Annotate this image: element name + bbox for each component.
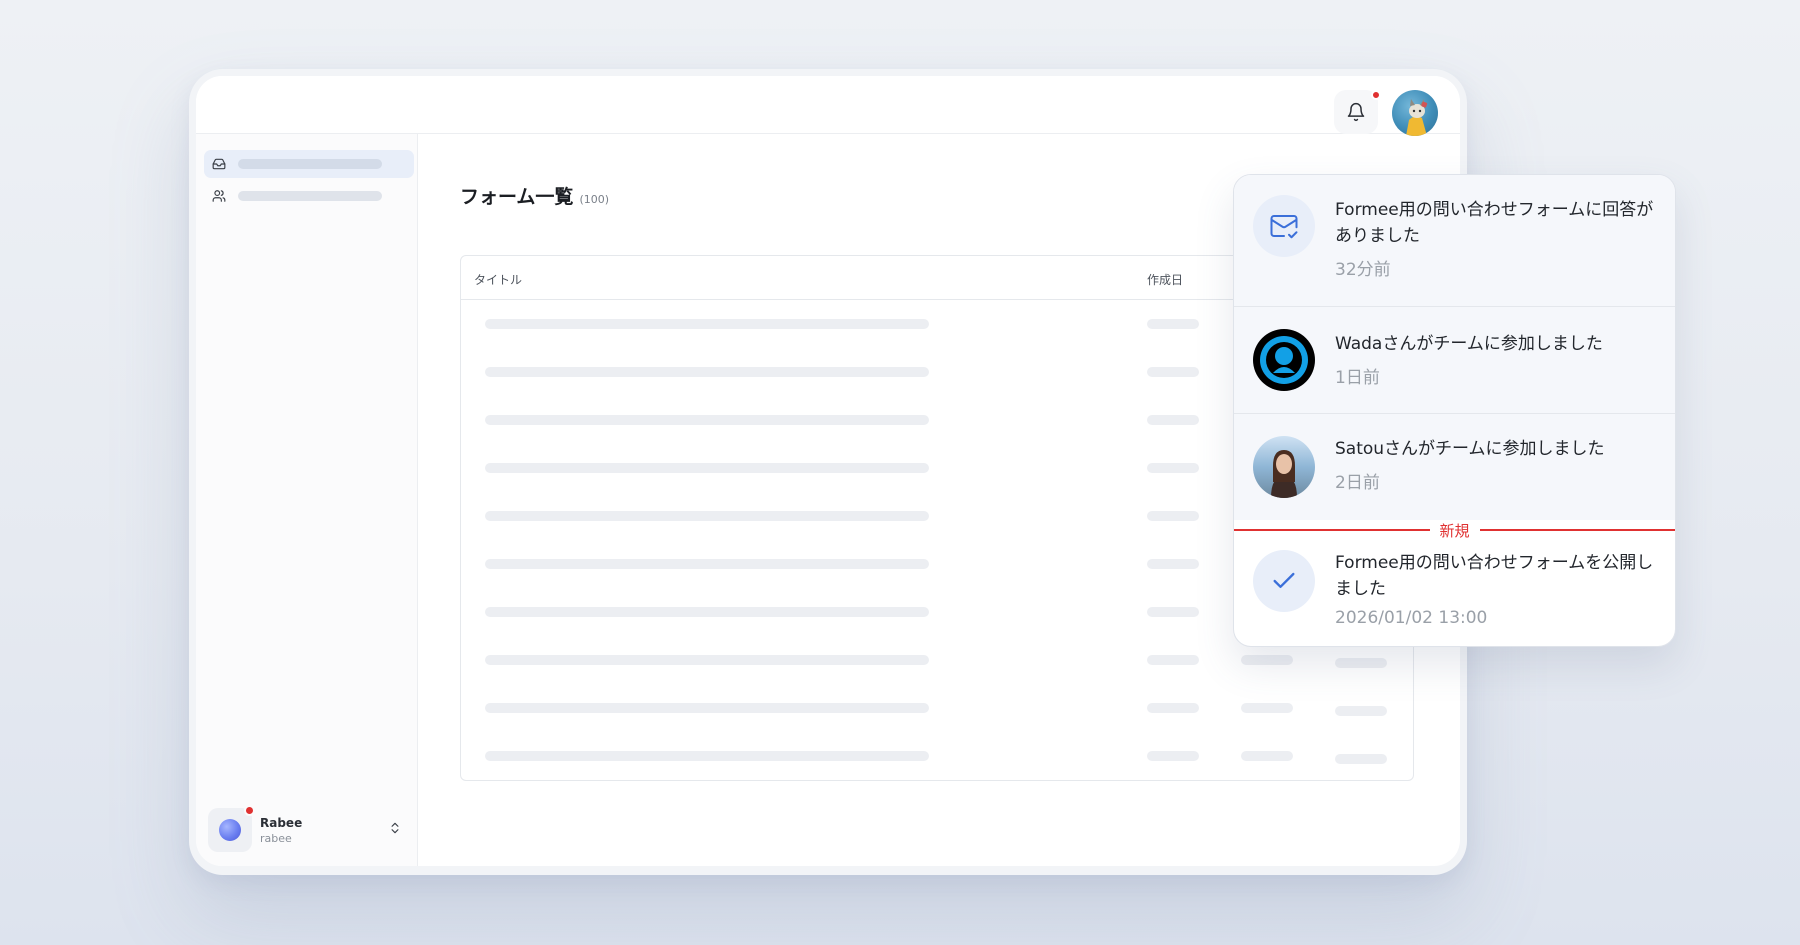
skeleton-cell [1241, 751, 1293, 761]
sidebar-item-label-placeholder [238, 159, 382, 169]
skeleton-cell [1147, 559, 1199, 569]
bell-icon [1347, 102, 1365, 122]
page-count: (100) [579, 193, 610, 206]
skeleton-cell [1147, 367, 1199, 377]
user-avatar [219, 819, 241, 841]
table-row[interactable] [461, 684, 1413, 732]
cat-avatar-icon [1406, 99, 1428, 136]
notification-time: 2026/01/02 13:00 [1335, 608, 1488, 628]
skeleton-cell [1147, 607, 1199, 617]
page-title: フォーム一覧 (100) [460, 182, 609, 209]
skeleton-cell [485, 607, 929, 617]
user-status-badge [244, 805, 255, 816]
notification-time: 32分前 [1335, 260, 1391, 280]
skeleton-cell [485, 415, 929, 425]
notification-item[interactable]: Wadaさんがチームに参加しました 1日前 [1234, 307, 1675, 414]
page-title-text: フォーム一覧 [460, 186, 574, 208]
notification-time: 2日前 [1335, 473, 1380, 493]
skeleton-cell [485, 751, 929, 761]
skeleton-cell [485, 655, 929, 665]
skeleton-cell [1147, 655, 1199, 665]
skeleton-cell [1147, 415, 1199, 425]
skeleton-cell [485, 319, 929, 329]
user-name: Rabee [260, 815, 303, 830]
notifications-button[interactable] [1334, 90, 1381, 134]
notifications-popover: Formee用の問い合わせフォームに回答がありました 32分前 Wadaさんがチ… [1233, 174, 1676, 647]
user-avatar-icon [1260, 336, 1308, 384]
mail-check-icon [1270, 215, 1298, 239]
notification-item[interactable]: Formee用の問い合わせフォームを公開しました 2026/01/02 13:0… [1234, 540, 1675, 646]
notification-icon-wrap [1253, 195, 1315, 257]
user-photo-icon [1271, 450, 1297, 498]
notification-message: Formee用の問い合わせフォームを公開しました [1335, 553, 1654, 599]
notification-item[interactable]: Formee用の問い合わせフォームに回答がありました 32分前 [1234, 175, 1675, 307]
sidebar-item-members[interactable] [204, 182, 414, 210]
skeleton-cell [1147, 751, 1199, 761]
notification-avatar [1253, 436, 1315, 498]
skeleton-cell [485, 463, 929, 473]
sidebar-item-forms[interactable] [204, 150, 414, 178]
skeleton-cell [1147, 463, 1199, 473]
skeleton-cell [1147, 703, 1199, 713]
skeleton-cell [1241, 703, 1293, 713]
sidebar: Rabee rabee [196, 134, 418, 866]
skeleton-cell [485, 559, 929, 569]
notification-item[interactable]: Satouさんがチームに参加しました 2日前 [1234, 414, 1675, 520]
notification-badge [1371, 90, 1381, 100]
skeleton-cell [1335, 658, 1387, 668]
notification-message: Satouさんがチームに参加しました [1335, 439, 1605, 459]
notification-avatar [1253, 329, 1315, 391]
notification-message: Wadaさんがチームに参加しました [1335, 334, 1603, 354]
account-avatar[interactable] [1392, 90, 1438, 136]
notification-time: 1日前 [1335, 368, 1380, 388]
skeleton-cell [1335, 706, 1387, 716]
user-avatar-frame [208, 805, 255, 852]
notification-icon-wrap [1253, 550, 1315, 612]
new-divider: 新規 [1234, 520, 1675, 540]
column-header-created[interactable]: 作成日 [1147, 271, 1183, 288]
user-switcher[interactable]: Rabee rabee [208, 804, 408, 856]
skeleton-cell [1335, 754, 1387, 764]
notification-message: Formee用の問い合わせフォームに回答がありました [1335, 200, 1654, 246]
users-icon [212, 190, 226, 202]
user-handle: rabee [260, 831, 292, 845]
skeleton-cell [1147, 511, 1199, 521]
skeleton-cell [485, 703, 929, 713]
top-bar [196, 76, 1460, 136]
column-header-title[interactable]: タイトル [474, 271, 522, 288]
sidebar-item-label-placeholder [238, 191, 382, 201]
table-row[interactable] [461, 732, 1413, 780]
check-icon [1273, 572, 1295, 588]
skeleton-cell [485, 367, 929, 377]
inbox-icon [212, 158, 226, 170]
new-divider-label: 新規 [1439, 521, 1470, 540]
skeleton-cell [1147, 319, 1199, 329]
chevron-up-down-icon[interactable] [388, 820, 402, 836]
skeleton-cell [1241, 655, 1293, 665]
skeleton-cell [485, 511, 929, 521]
